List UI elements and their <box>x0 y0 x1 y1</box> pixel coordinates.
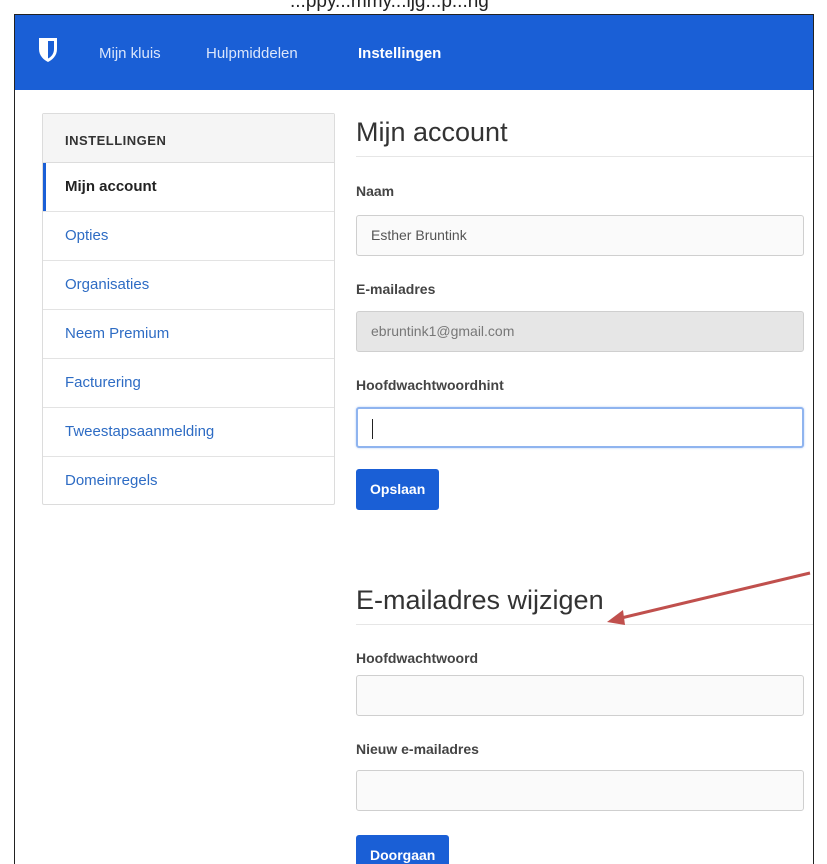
browser-screenshot-frame: Mijn kluis Hulpmiddelen Instellingen INS… <box>14 14 814 864</box>
sidebar-item-opties[interactable]: Opties <box>43 212 334 261</box>
sidebar-heading: INSTELLINGEN <box>43 114 334 163</box>
account-section-title: Mijn account <box>356 117 813 157</box>
email-label: E-mailadres <box>356 281 436 297</box>
nav-instellingen[interactable]: Instellingen <box>358 45 441 62</box>
sidebar-item-neem-premium[interactable]: Neem Premium <box>43 310 334 359</box>
master-password-input[interactable] <box>356 675 804 716</box>
sidebar-item-tweestapsaanmelding[interactable]: Tweestapsaanmelding <box>43 408 334 457</box>
sidebar-item-domeinregels[interactable]: Domeinregels <box>43 457 334 505</box>
text-cursor <box>372 419 373 440</box>
master-password-hint-input[interactable] <box>356 407 804 448</box>
master-password-label: Hoofdwachtwoord <box>356 650 479 666</box>
top-navbar: Mijn kluis Hulpmiddelen Instellingen <box>15 15 813 90</box>
new-email-input[interactable] <box>356 770 804 811</box>
name-input[interactable]: Esther Bruntink <box>356 215 804 256</box>
nav-hulpmiddelen[interactable]: Hulpmiddelen <box>206 45 298 62</box>
nav-mijn-kluis[interactable]: Mijn kluis <box>99 45 161 62</box>
sidebar-item-organisaties[interactable]: Organisaties <box>43 261 334 310</box>
cropped-text: ...ppy...mmy...ijg...p...ng <box>290 0 489 12</box>
master-password-hint-label: Hoofdwachtwoordhint <box>356 377 504 393</box>
save-button[interactable]: Opslaan <box>356 469 440 510</box>
continue-button[interactable]: Doorgaan <box>356 835 450 864</box>
settings-sidebar: INSTELLINGEN Mijn account Opties Organis… <box>42 113 335 505</box>
sidebar-item-mijn-account[interactable]: Mijn account <box>43 163 334 212</box>
sidebar-item-facturering[interactable]: Facturering <box>43 359 334 408</box>
new-email-label: Nieuw e-mailadres <box>356 741 479 757</box>
name-label: Naam <box>356 183 395 199</box>
annotation-arrow-icon <box>607 571 811 625</box>
email-readonly-field: ebruntink1@gmail.com <box>356 311 804 352</box>
shield-logo-icon[interactable] <box>37 37 59 63</box>
cropped-header-text: ...ppy...mmy...ijg...p...ng <box>0 0 827 14</box>
